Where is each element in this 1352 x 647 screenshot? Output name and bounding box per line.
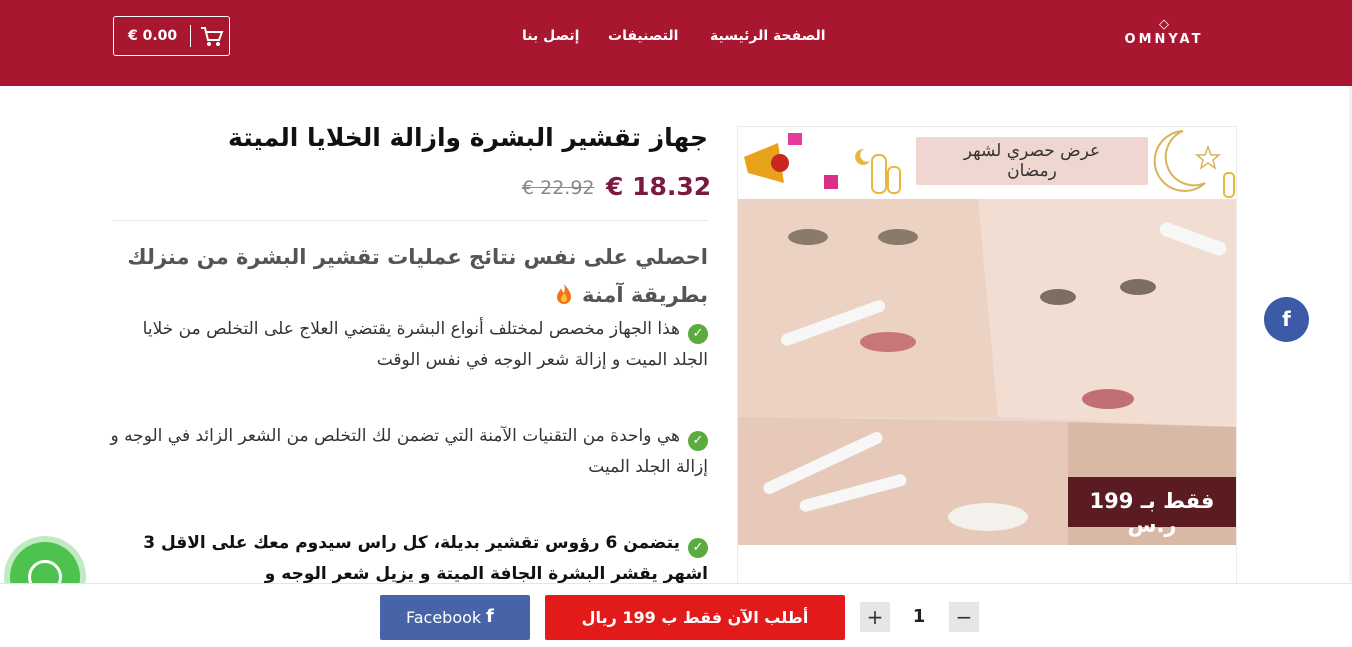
price-old: € 22.92 [522,177,595,199]
quantity-minus-button[interactable]: − [949,602,979,632]
diamond-icon: ◇ [1159,17,1169,32]
product-lead: احصلي على نفس نتائج عمليات تقشير البشرة … [110,238,708,314]
product-title: جهاز تقشير البشرة وازالة الخلايا الميتة [228,123,708,152]
check-icon: ✓ [688,431,708,451]
promo-text-line2: رمضان [1007,161,1057,181]
facebook-button-label: Facebook [406,608,482,627]
facebook-float-button[interactable]: f [1264,297,1309,342]
fire-icon [553,279,575,304]
feature-item: ✓هي واحدة من التقنيات الآمنة التي تضمن ل… [110,421,708,483]
facebook-icon: f [1282,307,1291,331]
price-current: € 18.32 [606,172,712,201]
promo-banner: عرض حصري لشهر رمضان [738,127,1236,199]
product-lead-text: احصلي على نفس نتائج عمليات تقشير البشرة … [127,245,708,307]
brand-name: OMNYAT [1124,32,1204,47]
quantity-value[interactable]: 1 [897,606,941,627]
sticky-order-bar: Facebook f أطلب الآن فقط ب 199 ريال + 1 … [0,583,1352,647]
site-header: ◇ OMNYAT الصفحة الرئيسية التصنيفات إتصل … [0,0,1352,86]
cart-divider [190,25,191,47]
image-price-tag-text: فقط بـ 199 ر.س [1089,489,1215,537]
promo-text-line1: عرض حصري لشهر [963,141,1101,161]
quantity-plus-button[interactable]: + [860,602,890,632]
cart-total: € 0.00 [128,28,178,44]
check-icon: ✓ [688,324,708,344]
product-image-card: عرض حصري لشهر رمضان فقط بـ 199 ر.س [737,126,1237,596]
cart-button[interactable]: € 0.00 [113,16,230,56]
price-divider [113,220,708,221]
feature-item: ✓يتضمن 6 رؤوس تقشير بديلة، كل راس سيدوم … [110,528,708,590]
order-now-button[interactable]: أطلب الآن فقط ب 199 ريال [545,595,845,640]
brand-logo[interactable]: ◇ OMNYAT [1121,18,1207,54]
facebook-icon: f [486,606,494,627]
nav-contact-link[interactable]: إتصل بنا [522,28,579,44]
product-image[interactable]: عرض حصري لشهر رمضان فقط بـ 199 ر.س [738,127,1236,545]
feature-text: هذا الجهاز مخصص لمختلف أنواع البشرة يقتض… [142,319,708,370]
image-price-tag: فقط بـ 199 ر.س [1068,477,1236,537]
facebook-button[interactable]: Facebook f [380,595,530,640]
nav-categories-link[interactable]: التصنيفات [608,28,678,44]
check-icon: ✓ [688,538,708,558]
feature-text: هي واحدة من التقنيات الآمنة التي تضمن لك… [110,426,708,477]
promo-label: عرض حصري لشهر رمضان [916,137,1148,185]
feature-item: ✓هذا الجهاز مخصص لمختلف أنواع البشرة يقت… [110,314,708,376]
feature-text: يتضمن 6 رؤوس تقشير بديلة، كل راس سيدوم م… [143,533,708,584]
nav-home-link[interactable]: الصفحة الرئيسية [710,28,826,44]
cart-icon [201,27,224,46]
